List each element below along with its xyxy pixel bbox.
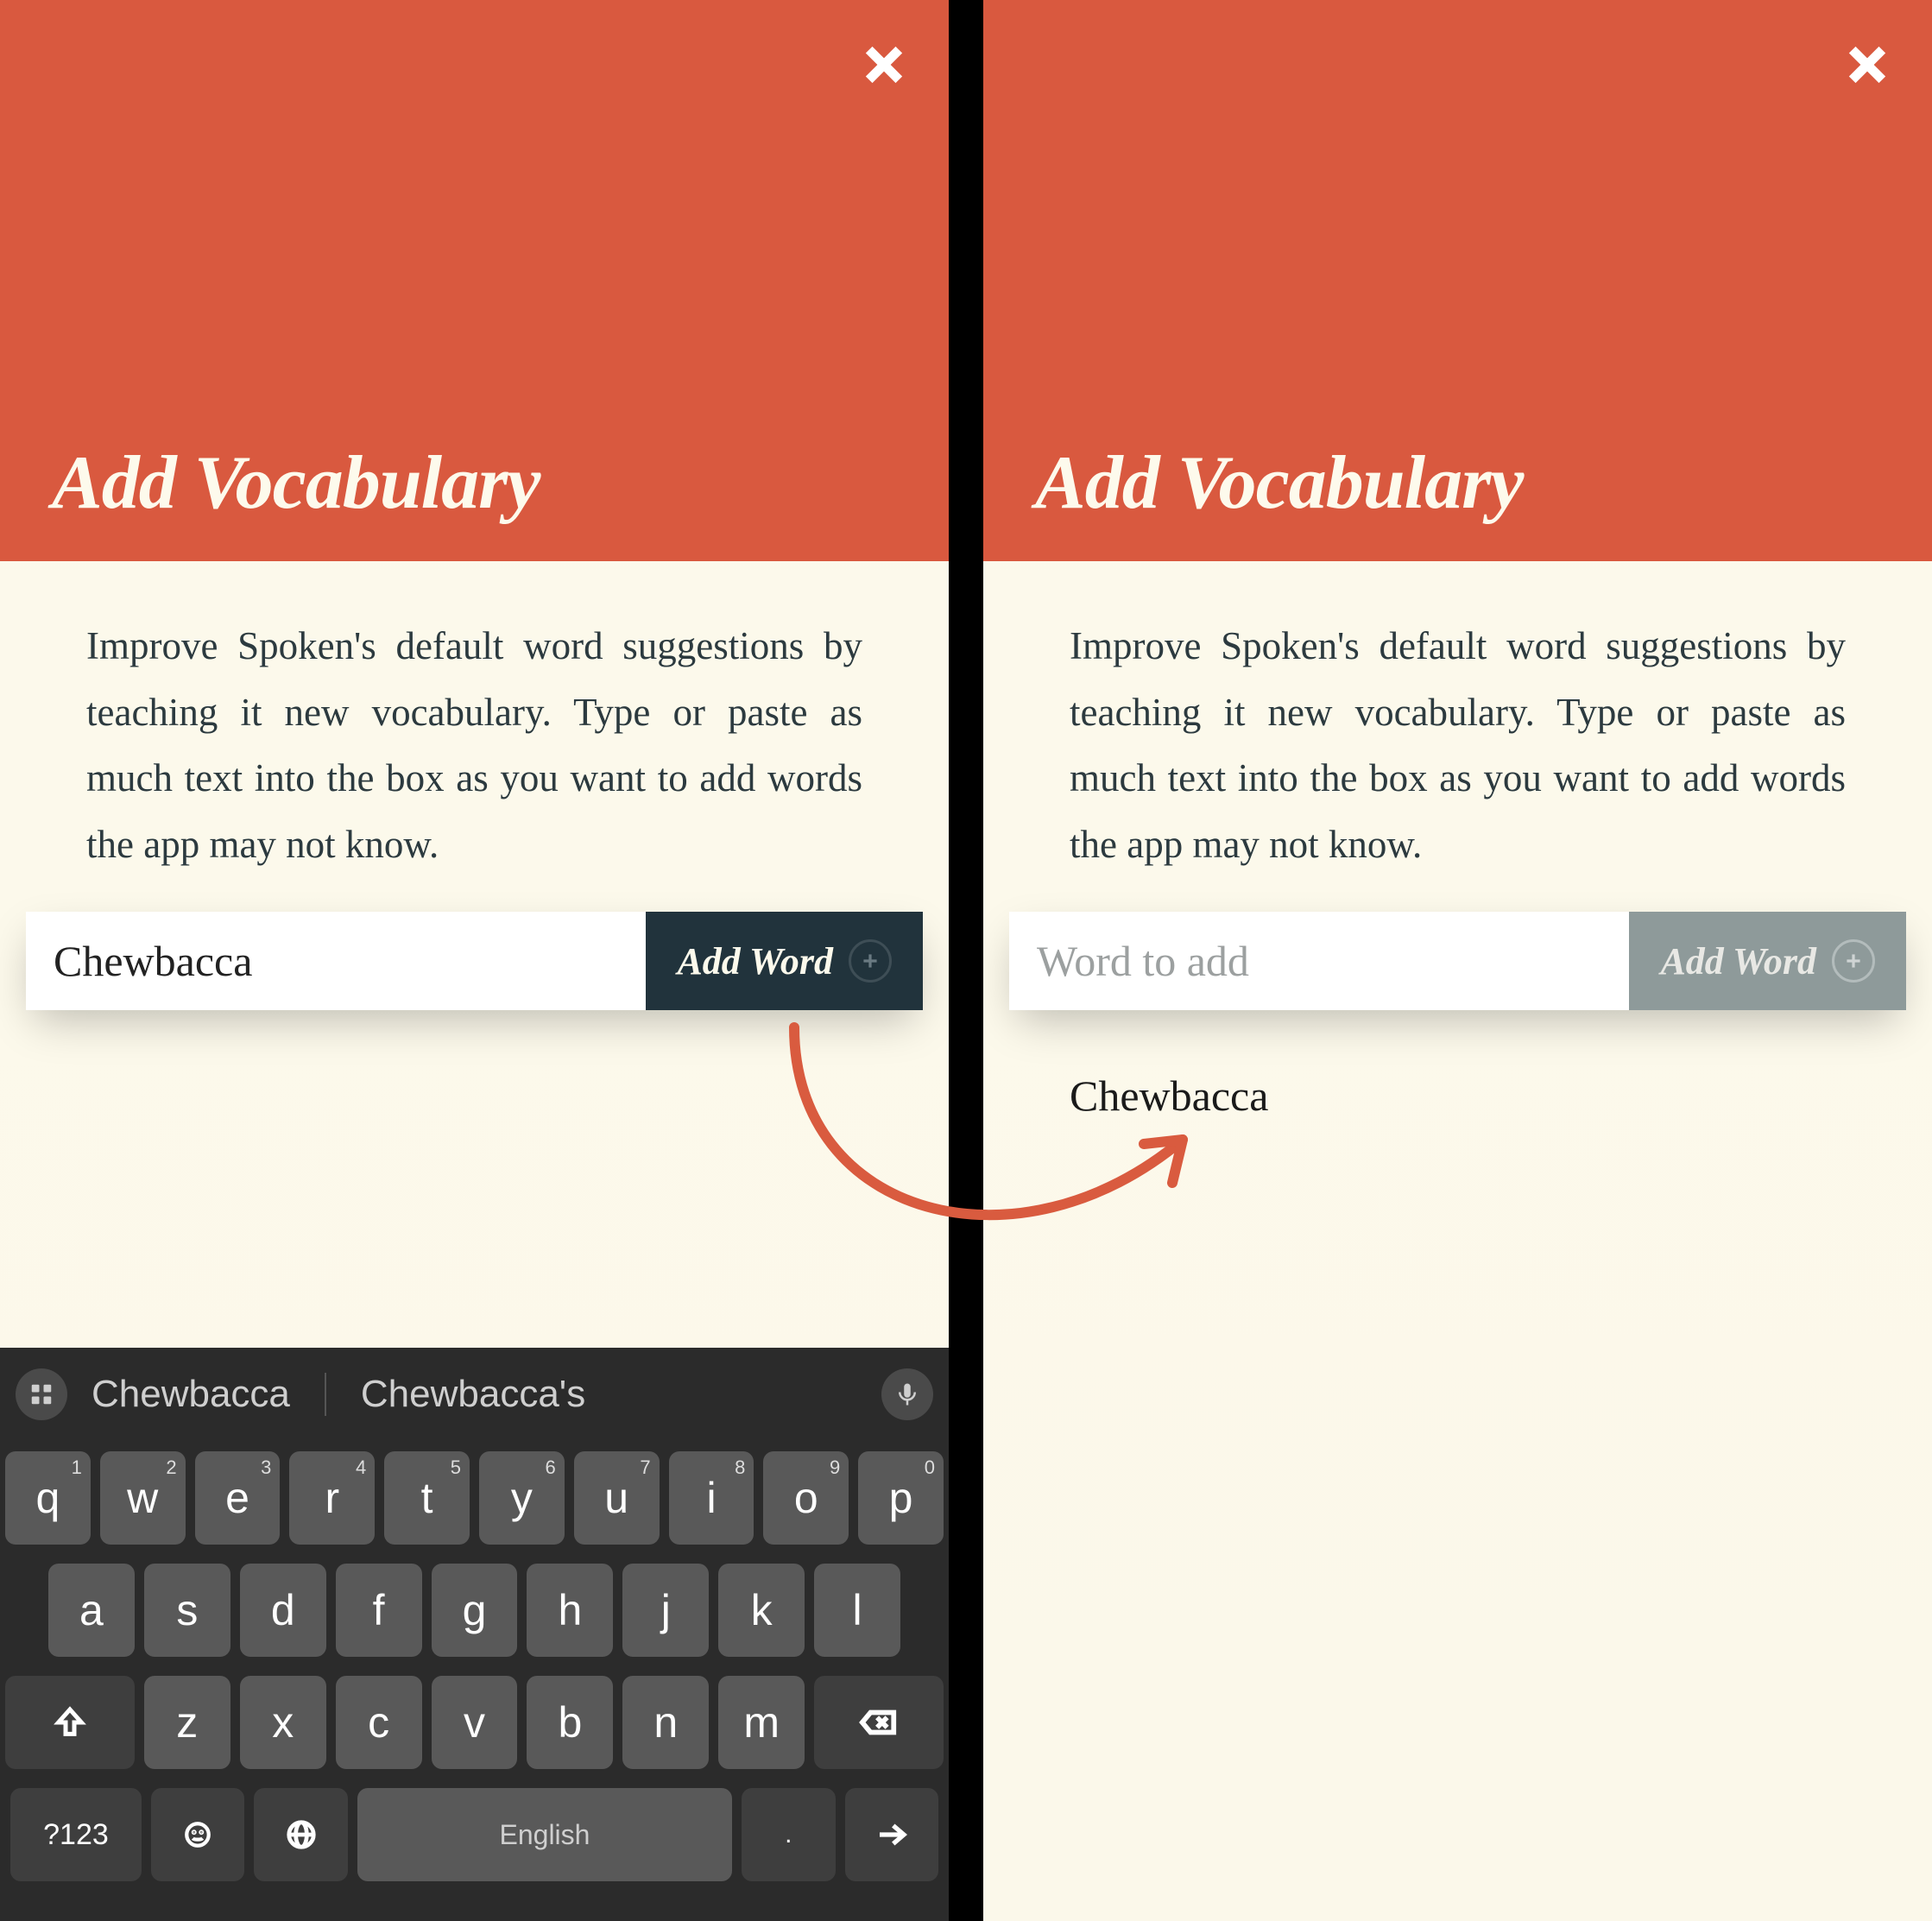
key-c[interactable]: c (336, 1676, 422, 1769)
word-input[interactable] (1009, 912, 1629, 1010)
added-words-list: Chewbacca (983, 1010, 1932, 1181)
add-word-button-label: Add Word (1660, 939, 1816, 983)
key-s[interactable]: s (144, 1564, 230, 1657)
page-title: Add Vocabulary (52, 439, 540, 527)
period-key[interactable]: . (742, 1788, 836, 1881)
key-l[interactable]: l (814, 1564, 900, 1657)
emoji-key[interactable] (151, 1788, 245, 1881)
key-z[interactable]: z (144, 1676, 230, 1769)
enter-key[interactable] (845, 1788, 939, 1881)
close-button[interactable] (1837, 35, 1897, 95)
backspace-key[interactable] (814, 1676, 944, 1769)
keyboard-suggestion-bar: Chewbacca Chewbacca's (0, 1348, 949, 1441)
virtual-keyboard: Chewbacca Chewbacca's q1w2e3r4t5y6u7i8o9… (0, 1348, 949, 1921)
key-a[interactable]: a (48, 1564, 135, 1657)
key-r[interactable]: r4 (289, 1451, 375, 1545)
key-w[interactable]: w2 (100, 1451, 186, 1545)
close-icon (1845, 42, 1890, 87)
key-o[interactable]: o9 (763, 1451, 849, 1545)
phone-screen-before: Add Vocabulary Improve Spoken's default … (0, 0, 949, 1921)
key-j[interactable]: j (622, 1564, 709, 1657)
key-f[interactable]: f (336, 1564, 422, 1657)
close-button[interactable] (854, 35, 914, 95)
header: Add Vocabulary (983, 0, 1932, 561)
added-word-item: Chewbacca (1070, 1071, 1846, 1121)
phone-screen-after: Add Vocabulary Improve Spoken's default … (983, 0, 1932, 1921)
add-word-button[interactable]: Add Word (1629, 912, 1906, 1010)
key-h[interactable]: h (527, 1564, 613, 1657)
key-v[interactable]: v (432, 1676, 518, 1769)
key-k[interactable]: k (718, 1564, 805, 1657)
key-n[interactable]: n (622, 1676, 709, 1769)
key-d[interactable]: d (240, 1564, 326, 1657)
keyboard-suggestion[interactable]: Chewbacca (92, 1373, 290, 1416)
key-p[interactable]: p0 (858, 1451, 944, 1545)
keyboard-mic-icon[interactable] (881, 1368, 933, 1420)
key-x[interactable]: x (240, 1676, 326, 1769)
separator (325, 1373, 326, 1416)
description-text: Improve Spoken's default word suggestion… (983, 561, 1932, 912)
key-i[interactable]: i8 (669, 1451, 754, 1545)
key-e[interactable]: e3 (195, 1451, 281, 1545)
description-text: Improve Spoken's default word suggestion… (0, 561, 949, 912)
key-t[interactable]: t5 (384, 1451, 470, 1545)
shift-key[interactable] (5, 1676, 135, 1769)
keyboard-grid-icon[interactable] (16, 1368, 67, 1420)
add-word-button-label: Add Word (677, 939, 833, 983)
add-word-row: Add Word (1009, 912, 1906, 1010)
key-q[interactable]: q1 (5, 1451, 91, 1545)
plus-circle-icon (1832, 939, 1875, 983)
close-icon (862, 42, 906, 87)
key-y[interactable]: y6 (479, 1451, 565, 1545)
language-key[interactable] (254, 1788, 348, 1881)
key-m[interactable]: m (718, 1676, 805, 1769)
key-u[interactable]: u7 (574, 1451, 660, 1545)
add-word-row: Add Word (26, 912, 923, 1010)
plus-circle-icon (849, 939, 892, 983)
header: Add Vocabulary (0, 0, 949, 561)
key-b[interactable]: b (527, 1676, 613, 1769)
key-g[interactable]: g (432, 1564, 518, 1657)
add-word-button[interactable]: Add Word (646, 912, 923, 1010)
page-title: Add Vocabulary (1035, 439, 1523, 527)
keyboard-suggestion[interactable]: Chewbacca's (361, 1373, 585, 1416)
keyboard-suggestions: Chewbacca Chewbacca's (85, 1373, 864, 1416)
symbols-key[interactable]: ?123 (10, 1788, 142, 1881)
spacebar-key[interactable]: English (357, 1788, 732, 1881)
word-input[interactable] (26, 912, 646, 1010)
